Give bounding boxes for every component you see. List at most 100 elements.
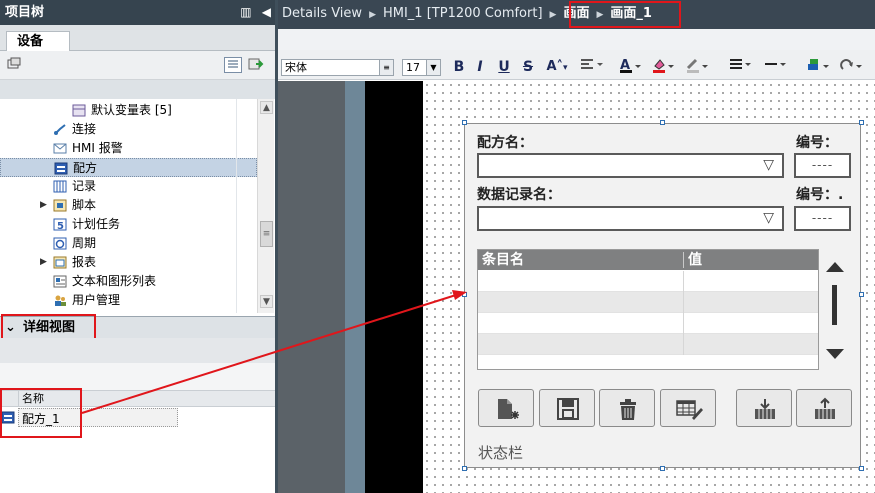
- tree-item-scheduled-tasks[interactable]: 5 计划任务: [0, 215, 257, 234]
- superscript-button[interactable]: A˄▾: [543, 57, 571, 77]
- screen-bezel: [365, 81, 423, 493]
- table-edit-icon: [676, 400, 703, 420]
- tree-item-connections[interactable]: 连接: [0, 120, 257, 139]
- recipe-view[interactable]: 配方名： 编号： ▽ ---- 数据记录名： 编号：. ▽ ---- 条目名 值: [464, 123, 861, 468]
- project-tree-title: 项目树: [5, 5, 45, 20]
- bold-button[interactable]: B: [452, 57, 466, 77]
- scroll-thumb[interactable]: ≡: [260, 221, 273, 247]
- export-icon[interactable]: [247, 57, 265, 73]
- download-to-plc-icon: [755, 399, 775, 419]
- cycle-icon: [53, 237, 67, 250]
- tree-header-bar: [0, 80, 275, 99]
- tree-item-recipes[interactable]: 配方: [0, 158, 257, 177]
- rename-record-button[interactable]: [660, 389, 716, 427]
- panel-controls[interactable]: ▥ ◀: [240, 0, 271, 25]
- tree-item-label: 默认变量表 [5]: [91, 103, 172, 117]
- italic-button[interactable]: I: [474, 57, 486, 77]
- tree-item-label: 文本和图形列表: [72, 274, 157, 288]
- write-to-plc-button[interactable]: [736, 389, 792, 427]
- scroll-up-icon[interactable]: ▲: [260, 101, 273, 114]
- delete-record-button[interactable]: [599, 389, 655, 427]
- resize-handle[interactable]: [462, 466, 467, 471]
- resize-handle[interactable]: [859, 466, 864, 471]
- column-entry-name[interactable]: 条目名: [482, 250, 524, 270]
- tree-item-text-graphic-lists[interactable]: 文本和图形列表: [0, 272, 257, 291]
- chevron-down-icon[interactable]: ▽: [763, 157, 774, 173]
- chevron-down-icon[interactable]: ▼: [426, 60, 440, 75]
- user-management-icon: [53, 294, 67, 307]
- resize-handle[interactable]: [859, 292, 864, 297]
- strikethrough-button[interactable]: S: [521, 57, 535, 77]
- text-graphic-list-icon: [53, 275, 67, 288]
- table-row[interactable]: [478, 313, 818, 334]
- table-row[interactable]: [478, 271, 818, 292]
- breadcrumb-item[interactable]: Details View: [282, 6, 362, 21]
- report-icon: [53, 256, 67, 269]
- tree-item-label: 连接: [72, 122, 97, 136]
- expand-arrow-icon[interactable]: ▶: [40, 196, 47, 215]
- canvas-margin: [278, 81, 345, 493]
- text-align-button[interactable]: [578, 57, 604, 77]
- tree-item-default-tag-table[interactable]: 默认变量表 [5]: [0, 101, 257, 120]
- table-row[interactable]: [478, 292, 818, 313]
- tabs-bar: 设备: [0, 25, 275, 52]
- number-label: 编号：.: [796, 187, 844, 203]
- read-from-plc-button[interactable]: [796, 389, 852, 427]
- tree-item-logs[interactable]: 记录: [0, 177, 257, 196]
- data-record-label: 数据记录名：: [477, 187, 561, 203]
- data-record-number-field[interactable]: ----: [794, 206, 851, 231]
- breadcrumb-item[interactable]: HMI_1 [TP1200 Comfort]: [383, 6, 543, 21]
- expand-arrow-icon[interactable]: ▶: [40, 253, 47, 272]
- line-color-button[interactable]: [685, 57, 711, 77]
- new-record-button[interactable]: [478, 389, 534, 427]
- line-style-button[interactable]: [762, 57, 788, 77]
- network-view-icon[interactable]: [5, 57, 23, 73]
- new-document-icon: [498, 399, 519, 419]
- tab-devices[interactable]: 设备: [6, 31, 70, 52]
- table-row[interactable]: [478, 334, 818, 355]
- line-width-button[interactable]: [727, 57, 753, 77]
- recipe-table[interactable]: 条目名 值: [477, 249, 819, 370]
- tree-scrollbar[interactable]: ▲ ≡ ▼: [257, 99, 274, 313]
- font-family-select[interactable]: 宋体 ≡: [281, 59, 394, 76]
- tree-item-label: 计划任务: [72, 217, 121, 231]
- tree-toolbar: [0, 51, 275, 80]
- resize-handle[interactable]: [859, 120, 864, 125]
- svg-text:5: 5: [57, 221, 64, 231]
- save-record-button[interactable]: [539, 389, 595, 427]
- underline-button[interactable]: U: [497, 57, 511, 77]
- tree-item-scripts[interactable]: ▶ 脚本: [0, 196, 257, 215]
- list-view-icon[interactable]: [224, 57, 242, 73]
- tree-item-hmi-alarms[interactable]: HMI 报警: [0, 139, 257, 158]
- scroll-up-icon[interactable]: [826, 262, 844, 272]
- scroll-down-icon[interactable]: ▼: [260, 295, 273, 308]
- scroll-down-icon[interactable]: [826, 349, 844, 359]
- font-size-select[interactable]: 17 ▼: [402, 59, 441, 76]
- rotate-button[interactable]: [838, 57, 864, 77]
- resize-handle[interactable]: [660, 120, 665, 125]
- tree-item-label: 记录: [72, 179, 97, 193]
- resize-handle[interactable]: [462, 292, 467, 297]
- scroll-thumb[interactable]: [832, 285, 837, 325]
- data-record-combo[interactable]: ▽: [477, 206, 784, 231]
- collapse-left-icon[interactable]: ◀: [262, 5, 271, 19]
- fill-color-button[interactable]: [651, 57, 677, 77]
- font-color-button[interactable]: A: [618, 57, 644, 77]
- details-view-highlight: [1, 314, 96, 341]
- resize-handle[interactable]: [462, 120, 467, 125]
- table-scrollbar[interactable]: [822, 249, 848, 370]
- recipe-name-combo[interactable]: ▽: [477, 153, 784, 178]
- tree-item-label: 脚本: [72, 198, 97, 212]
- layer-button[interactable]: [806, 57, 832, 77]
- resize-handle[interactable]: [660, 466, 665, 471]
- tree-item-user-management[interactable]: 用户管理: [0, 291, 257, 310]
- font-list-icon[interactable]: ≡: [379, 60, 393, 75]
- column-value[interactable]: 值: [688, 250, 702, 270]
- chevron-down-icon[interactable]: ▽: [763, 210, 774, 226]
- split-icon[interactable]: ▥: [240, 5, 251, 19]
- tree-item-reports[interactable]: ▶ 报表: [0, 253, 257, 272]
- tree-item-label: 用户管理: [72, 293, 121, 307]
- tree-item-cycles[interactable]: 周期: [0, 234, 257, 253]
- recipe-icon: [54, 162, 68, 175]
- recipe-number-field[interactable]: ----: [794, 153, 851, 178]
